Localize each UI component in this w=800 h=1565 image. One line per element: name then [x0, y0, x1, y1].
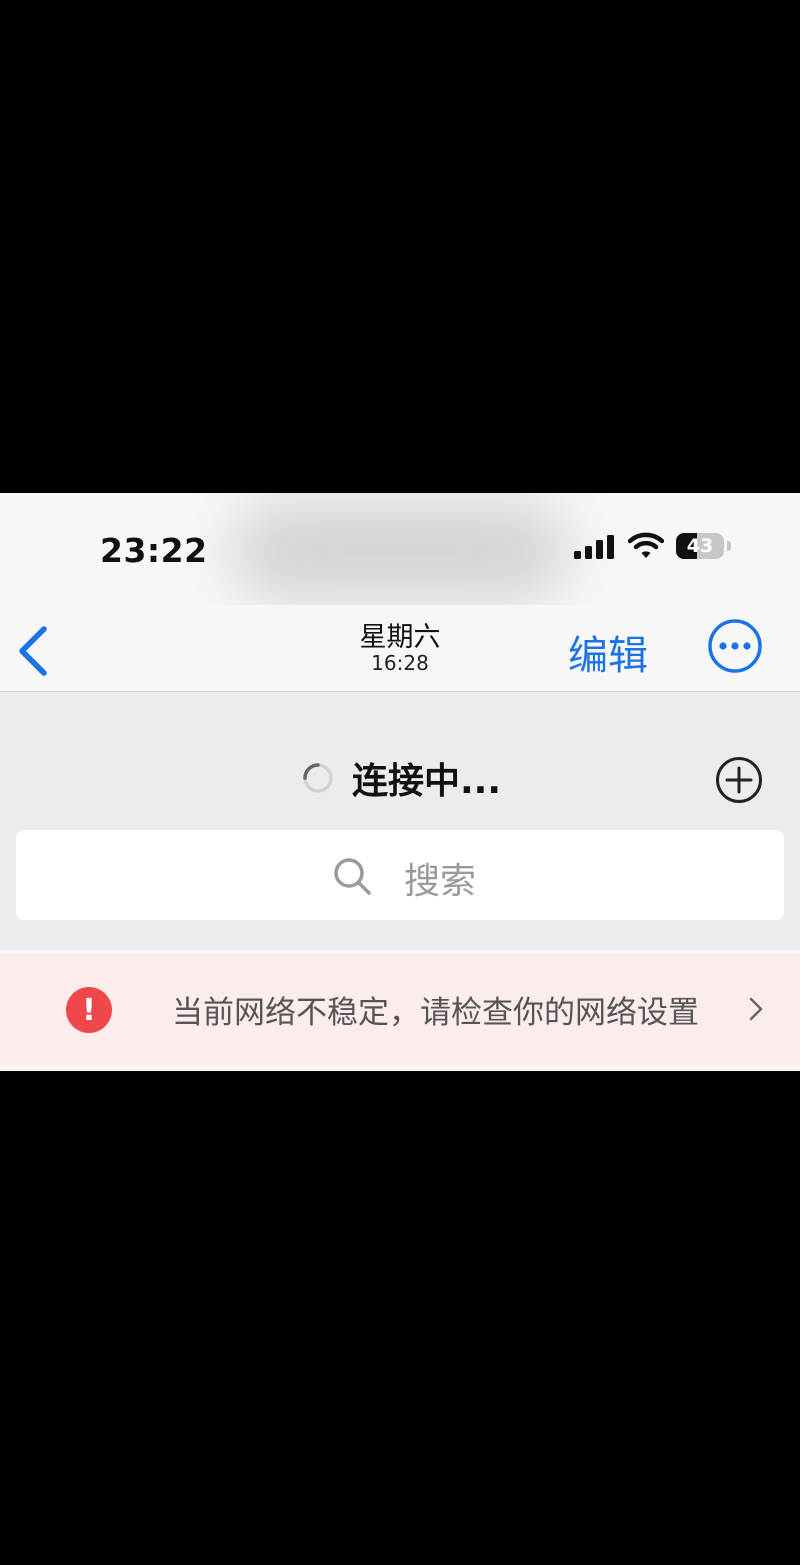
- chevron-right-icon: [749, 997, 763, 1021]
- edit-button[interactable]: 编辑: [568, 623, 648, 681]
- network-warning-banner[interactable]: ! 当前网络不稳定，请检查你的网络设置: [0, 953, 800, 1065]
- search-icon: [334, 858, 371, 895]
- wifi-icon: [628, 532, 664, 558]
- add-button[interactable]: [715, 756, 763, 804]
- page-subtitle: 16:28: [371, 651, 429, 675]
- search-placeholder: 搜索: [404, 861, 477, 902]
- back-button[interactable]: [14, 623, 54, 679]
- blurred-region: [230, 501, 570, 601]
- app-screen: 23:22 43 星期六 16:28 编辑 连接中... 搜索 ! 当前网络不稳…: [0, 493, 800, 1071]
- battery-level: 43: [686, 535, 714, 557]
- page-title: 星期六: [359, 622, 441, 653]
- battery-icon: 43: [676, 533, 724, 559]
- exclamation-circle-icon: !: [66, 987, 112, 1033]
- connecting-status: 连接中...: [352, 761, 502, 802]
- chevron-left-icon: [19, 626, 47, 676]
- status-time: 23:22: [100, 531, 208, 570]
- battery-cap: [727, 541, 731, 551]
- chat-list-header: 连接中... 搜索: [0, 692, 800, 950]
- more-button[interactable]: [706, 617, 764, 675]
- cellular-signal-icon: [574, 535, 614, 559]
- navigation-bar: 星期六 16:28 编辑: [0, 605, 800, 692]
- plus-circle-icon: [716, 757, 762, 803]
- status-bar: 23:22 43: [0, 493, 800, 605]
- ellipsis-circle-icon: [708, 619, 762, 673]
- search-input[interactable]: 搜索: [16, 830, 784, 920]
- network-warning-text: 当前网络不稳定，请检查你的网络设置: [172, 995, 699, 1031]
- loading-spinner-icon: [303, 763, 333, 793]
